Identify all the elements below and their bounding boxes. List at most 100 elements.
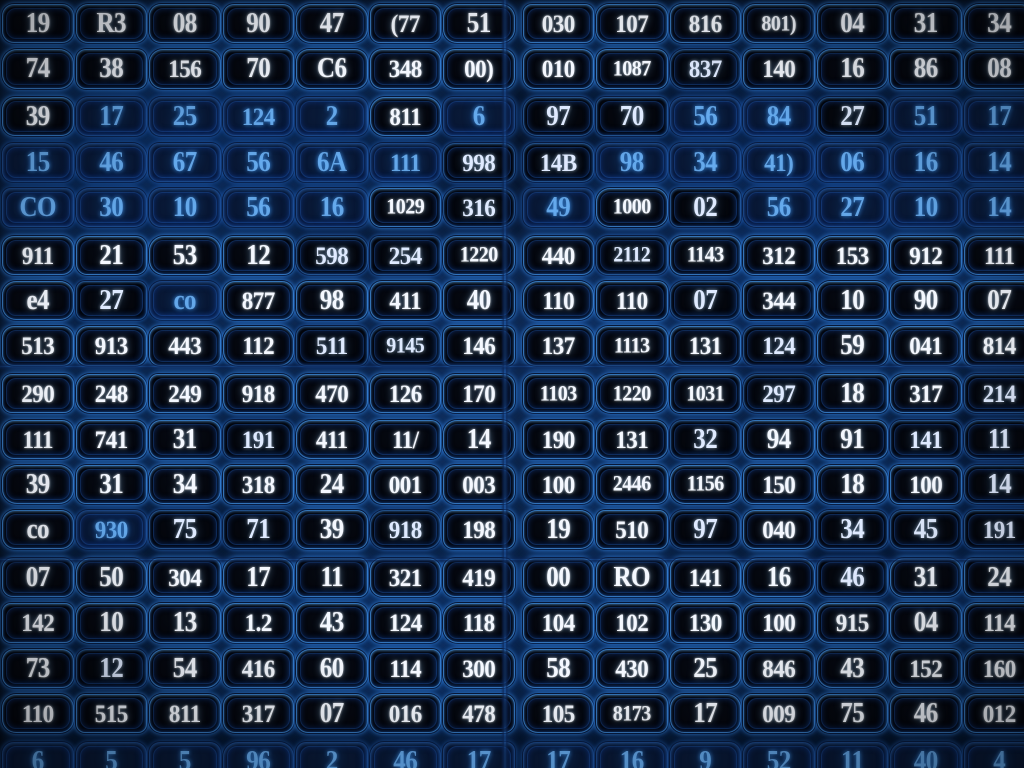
grid-cell[interactable]: 150 xyxy=(743,464,815,505)
grid-cell[interactable]: 60 xyxy=(296,648,368,688)
grid-cell[interactable]: 07 xyxy=(963,281,1024,321)
grid-cell[interactable]: 124 xyxy=(369,603,441,643)
grid-cell[interactable]: 34 xyxy=(149,464,221,505)
grid-cell[interactable]: 846 xyxy=(743,648,815,688)
grid-cell[interactable]: 003 xyxy=(443,464,515,505)
grid-cell[interactable]: 1156 xyxy=(669,464,741,505)
grid-cell[interactable]: 811 xyxy=(369,97,441,137)
grid-cell[interactable]: 17 xyxy=(963,97,1024,137)
grid-cell[interactable]: 918 xyxy=(222,374,294,414)
grid-cell[interactable]: 41) xyxy=(743,142,815,182)
grid-cell[interactable]: 97 xyxy=(522,97,594,137)
grid-cell[interactable]: 43 xyxy=(816,648,888,688)
grid-cell[interactable]: 300 xyxy=(443,648,515,688)
grid-cell[interactable]: 19 xyxy=(2,4,74,44)
grid-cell[interactable]: 105 xyxy=(522,693,594,734)
grid-cell[interactable]: 53 xyxy=(149,235,221,275)
grid-cell[interactable]: 73 xyxy=(2,648,74,688)
grid-cell[interactable]: C6 xyxy=(296,49,368,89)
grid-cell[interactable]: 911 xyxy=(2,235,74,275)
grid-cell[interactable]: 100 xyxy=(890,464,962,505)
grid-cell[interactable]: 130 xyxy=(669,603,741,643)
grid-cell[interactable]: 16 xyxy=(890,142,962,182)
grid-cell[interactable]: 312 xyxy=(743,235,815,275)
grid-cell[interactable]: 08 xyxy=(963,49,1024,89)
grid-cell[interactable]: 317 xyxy=(222,693,294,734)
grid-cell[interactable]: 17 xyxy=(75,97,147,137)
grid-cell[interactable]: 478 xyxy=(443,693,515,734)
grid-cell[interactable]: 100 xyxy=(522,464,594,505)
grid-cell[interactable]: 114 xyxy=(963,603,1024,643)
grid-cell[interactable]: 00) xyxy=(443,49,515,89)
grid-cell[interactable]: 74 xyxy=(2,49,74,89)
grid-cell[interactable]: 40 xyxy=(890,741,962,768)
grid-cell[interactable]: 513 xyxy=(2,326,74,366)
grid-cell[interactable]: 1.2 xyxy=(222,603,294,643)
grid-cell[interactable]: 1029 xyxy=(369,187,441,228)
grid-cell[interactable]: 160 xyxy=(963,648,1024,688)
grid-cell[interactable]: 1103 xyxy=(522,374,594,414)
grid-cell[interactable]: 110 xyxy=(596,281,668,321)
grid-cell[interactable]: 1087 xyxy=(596,49,668,89)
grid-cell[interactable]: 430 xyxy=(596,648,668,688)
grid-cell[interactable]: 915 xyxy=(816,603,888,643)
grid-cell[interactable]: 214 xyxy=(963,374,1024,414)
grid-cell[interactable]: 11/ xyxy=(369,419,441,459)
grid-cell[interactable]: 90 xyxy=(222,4,294,44)
grid-cell[interactable]: 10 xyxy=(890,187,962,228)
grid-cell[interactable]: 56 xyxy=(743,187,815,228)
grid-cell[interactable]: 56 xyxy=(669,97,741,137)
grid-cell[interactable]: 131 xyxy=(669,326,741,366)
grid-cell[interactable]: 930 xyxy=(75,510,147,550)
grid-cell[interactable]: 9145 xyxy=(369,326,441,366)
grid-cell[interactable]: 1031 xyxy=(669,374,741,414)
grid-cell[interactable]: 102 xyxy=(596,603,668,643)
grid-cell[interactable]: 86 xyxy=(890,49,962,89)
grid-cell[interactable]: 46 xyxy=(816,558,888,598)
grid-cell[interactable]: 70 xyxy=(222,49,294,89)
grid-cell[interactable]: 98 xyxy=(596,142,668,182)
grid-cell[interactable]: 46 xyxy=(75,142,147,182)
grid-cell[interactable]: 598 xyxy=(296,235,368,275)
grid-cell[interactable]: 152 xyxy=(890,648,962,688)
grid-cell[interactable]: 94 xyxy=(743,419,815,459)
grid-cell[interactable]: 041 xyxy=(890,326,962,366)
grid-cell[interactable]: 112 xyxy=(222,326,294,366)
grid-cell[interactable]: 06 xyxy=(816,142,888,182)
grid-cell[interactable]: 416 xyxy=(222,648,294,688)
grid-cell[interactable]: 918 xyxy=(369,510,441,550)
grid-cell[interactable]: 344 xyxy=(743,281,815,321)
grid-cell[interactable]: 00 xyxy=(522,558,594,598)
grid-cell[interactable]: RO xyxy=(596,558,668,598)
grid-cell[interactable]: 11 xyxy=(296,558,368,598)
grid-cell[interactable]: 47 xyxy=(296,4,368,44)
grid-cell[interactable]: 9 xyxy=(669,741,741,768)
grid-cell[interactable]: 110 xyxy=(522,281,594,321)
grid-cell[interactable]: 443 xyxy=(149,326,221,366)
grid-cell[interactable]: 811 xyxy=(149,693,221,734)
grid-cell[interactable]: CO xyxy=(2,187,74,228)
grid-cell[interactable]: 290 xyxy=(2,374,74,414)
grid-cell[interactable]: 07 xyxy=(2,558,74,598)
grid-cell[interactable]: 321 xyxy=(369,558,441,598)
grid-cell[interactable]: 012 xyxy=(963,693,1024,734)
grid-cell[interactable]: 877 xyxy=(222,281,294,321)
grid-cell[interactable]: 39 xyxy=(2,464,74,505)
grid-cell[interactable]: 39 xyxy=(2,97,74,137)
grid-cell[interactable]: 51 xyxy=(443,4,515,44)
grid-cell[interactable]: 16 xyxy=(596,741,668,768)
grid-cell[interactable]: 110 xyxy=(2,693,74,734)
grid-cell[interactable]: 58 xyxy=(522,648,594,688)
grid-cell[interactable]: 2446 xyxy=(596,464,668,505)
grid-cell[interactable]: 801) xyxy=(743,4,815,44)
grid-cell[interactable]: 12 xyxy=(75,648,147,688)
grid-cell[interactable]: 141 xyxy=(890,419,962,459)
grid-cell[interactable]: 124 xyxy=(222,97,294,137)
grid-cell[interactable]: 54 xyxy=(149,648,221,688)
grid-cell[interactable]: 91 xyxy=(816,419,888,459)
grid-cell[interactable]: 001 xyxy=(369,464,441,505)
grid-cell[interactable]: 31 xyxy=(75,464,147,505)
grid-cell[interactable]: 15 xyxy=(2,142,74,182)
grid-cell[interactable]: 67 xyxy=(149,142,221,182)
grid-cell[interactable]: 126 xyxy=(369,374,441,414)
